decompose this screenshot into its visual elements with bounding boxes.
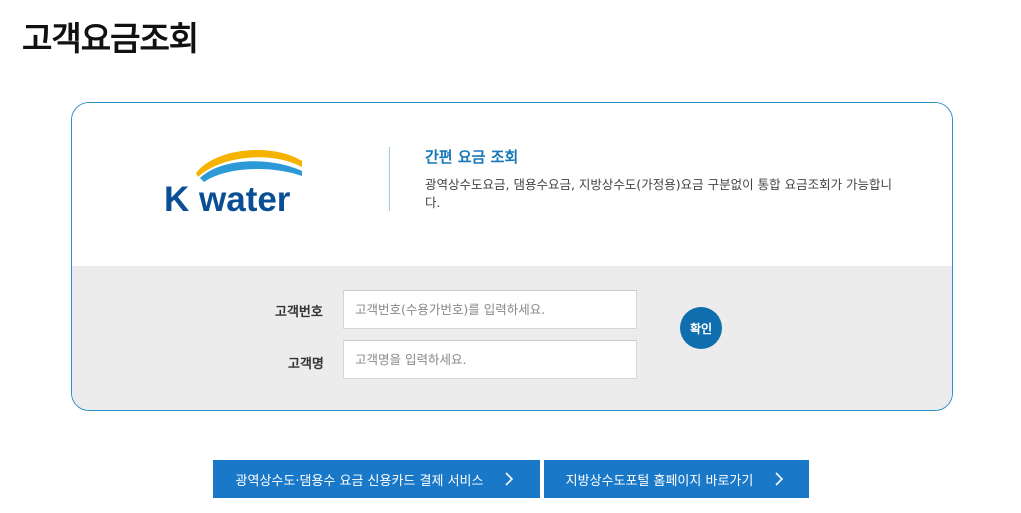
intro-title: 간편 요금 조회 (425, 148, 519, 166)
chevron-right-icon (505, 472, 514, 486)
customer-name-input[interactable] (343, 340, 637, 379)
customer-number-label: 고객번호 (275, 305, 323, 320)
intro-divider (389, 147, 390, 211)
customer-number-input[interactable] (343, 290, 637, 329)
kwater-logo: K water (164, 149, 302, 213)
inquiry-form: 고객번호 고객명 확인 (72, 266, 952, 410)
confirm-button[interactable]: 확인 (680, 307, 722, 349)
customer-name-label: 고객명 (288, 357, 324, 372)
intro-section: K water 간편 요금 조회 광역상수도요금, 댐용수요금, 지방상수도(가… (72, 103, 952, 266)
logo-text: K water (164, 180, 291, 213)
local-water-portal-button[interactable]: 지방상수도포털 홈페이지 바로가기 (544, 460, 809, 498)
card-payment-service-button[interactable]: 광역상수도·댐용수 요금 신용카드 결제 서비스 (213, 460, 540, 498)
card-payment-service-label: 광역상수도·댐용수 요금 신용카드 결제 서비스 (235, 473, 484, 489)
fee-inquiry-card: K water 간편 요금 조회 광역상수도요금, 댐용수요금, 지방상수도(가… (71, 102, 953, 411)
intro-description: 광역상수도요금, 댐용수요금, 지방상수도(가정용)요금 구분없이 통합 요금조… (425, 177, 893, 210)
chevron-right-icon (775, 472, 784, 486)
local-water-portal-label: 지방상수도포털 홈페이지 바로가기 (565, 473, 754, 489)
page-title: 고객요금조회 (22, 19, 199, 58)
